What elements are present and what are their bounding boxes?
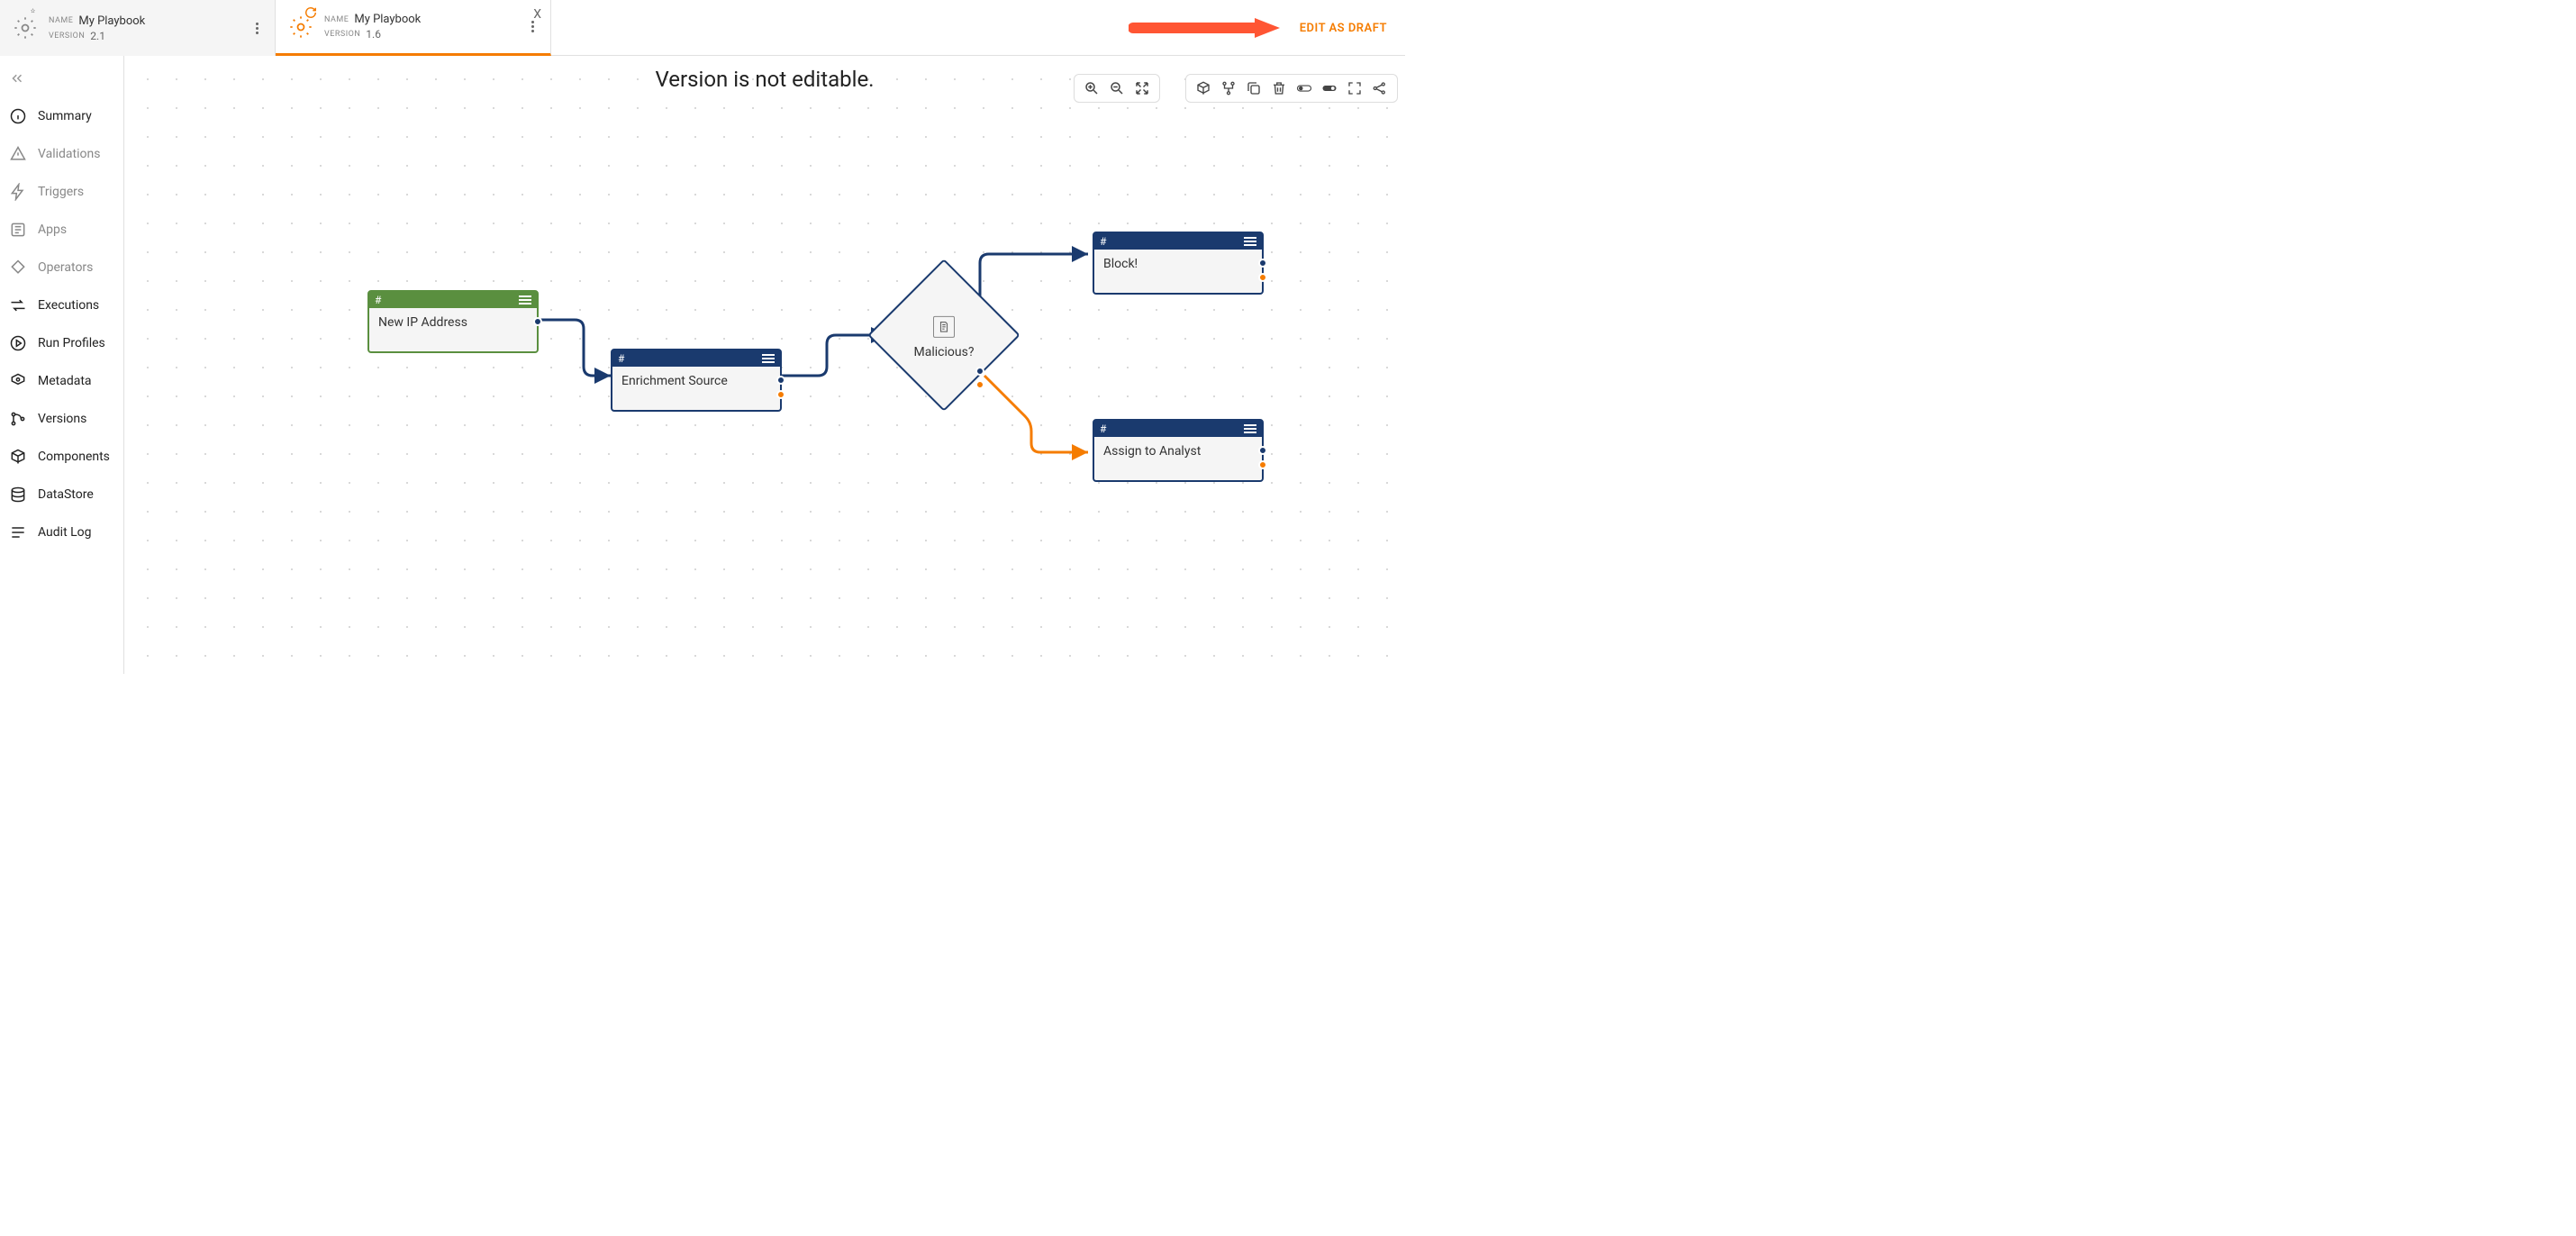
node-hash: #	[618, 352, 624, 365]
output-port-blue[interactable]	[1258, 259, 1267, 268]
diamond-port-orange[interactable]	[975, 380, 984, 389]
sidebar-item-versions[interactable]: Versions	[0, 400, 123, 438]
tab-version: 2.1	[90, 30, 105, 42]
sidebar: Summary Validations Triggers Apps Operat…	[0, 56, 124, 674]
node-menu-icon[interactable]	[519, 295, 531, 304]
sidebar-item-executions[interactable]: Executions	[0, 286, 123, 324]
node-header: #	[612, 350, 780, 367]
node-new-ip-address[interactable]: # New IP Address	[367, 290, 539, 353]
canvas[interactable]: Version is not editable. # New IP Addres…	[124, 56, 1405, 674]
refresh-icon	[304, 5, 317, 23]
tab-playbook-2[interactable]: NAME My Playbook VERSION 1.6 X	[276, 0, 551, 56]
sidebar-item-summary[interactable]: Summary	[0, 97, 123, 135]
document-icon	[933, 316, 955, 338]
tab-name: My Playbook	[78, 14, 145, 28]
sidebar-item-audit-log[interactable]: Audit Log	[0, 513, 123, 551]
sidebar-item-label: Operators	[38, 260, 93, 275]
sidebar-item-label: Validations	[38, 147, 100, 161]
readonly-banner: Version is not editable.	[655, 67, 874, 92]
sidebar-item-label: Audit Log	[38, 525, 92, 540]
copy-icon[interactable]	[1246, 80, 1262, 96]
sidebar-item-datastore[interactable]: DataStore	[0, 476, 123, 513]
tab-name: My Playbook	[354, 13, 421, 26]
sidebar-item-label: Versions	[38, 412, 86, 426]
node-label: Assign to Analyst	[1094, 437, 1262, 480]
trash-icon[interactable]	[1271, 80, 1287, 96]
node-header: #	[1094, 233, 1262, 250]
sidebar-item-apps[interactable]: Apps	[0, 211, 123, 249]
header-right: EDIT AS DRAFT	[1129, 0, 1405, 56]
node-hash: #	[1100, 423, 1106, 435]
output-port-orange[interactable]	[776, 390, 785, 399]
sidebar-item-label: DataStore	[38, 487, 94, 502]
node-label: Malicious?	[914, 345, 975, 359]
output-port-blue[interactable]	[776, 376, 785, 385]
node-menu-icon[interactable]	[762, 354, 775, 363]
sidebar-item-label: Summary	[38, 109, 92, 123]
tab-version-label: VERSION	[49, 32, 85, 41]
sidebar-item-label: Metadata	[38, 374, 92, 388]
node-assign-to-analyst[interactable]: # Assign to Analyst	[1093, 419, 1264, 482]
sidebar-item-label: Triggers	[38, 185, 84, 199]
toggle-on-icon[interactable]	[1321, 80, 1338, 96]
sidebar-item-label: Executions	[38, 298, 99, 313]
sidebar-item-label: Run Profiles	[38, 336, 105, 350]
graph-icon[interactable]	[1372, 80, 1388, 96]
tab-text: NAME My Playbook VERSION 1.6	[324, 13, 525, 41]
toggle-off-icon[interactable]	[1296, 80, 1312, 96]
sidebar-item-components[interactable]: Components	[0, 438, 123, 476]
sidebar-item-metadata[interactable]: Metadata	[0, 362, 123, 400]
node-hash: #	[1100, 235, 1106, 248]
node-block[interactable]: # Block!	[1093, 232, 1264, 295]
output-port-orange[interactable]	[1258, 273, 1267, 282]
tab-name-label: NAME	[324, 15, 349, 24]
tab-name-label: NAME	[49, 16, 73, 25]
tab-text: NAME My Playbook VERSION 2.1	[49, 14, 249, 42]
node-decision-malicious[interactable]: Malicious?	[867, 259, 1020, 412]
canvas-toolbar	[1185, 74, 1398, 103]
node-label: Enrichment Source	[612, 367, 780, 410]
sidebar-item-label: Apps	[38, 223, 67, 237]
tab-version-label: VERSION	[324, 30, 360, 39]
node-label: New IP Address	[369, 308, 537, 351]
zoom-in-icon[interactable]	[1084, 80, 1100, 96]
fullscreen-icon[interactable]	[1134, 80, 1150, 96]
zoom-toolbar	[1074, 74, 1160, 103]
collapse-sidebar-button[interactable]	[0, 63, 123, 97]
tab-close-button[interactable]: X	[533, 7, 541, 22]
tab-version: 1.6	[366, 28, 381, 41]
cube-icon[interactable]	[1195, 80, 1211, 96]
output-port-blue[interactable]	[1258, 446, 1267, 455]
expand-icon[interactable]	[1347, 80, 1363, 96]
edit-as-draft-button[interactable]: EDIT AS DRAFT	[1300, 22, 1387, 35]
node-header: #	[369, 292, 537, 308]
align-icon[interactable]	[1220, 80, 1237, 96]
arrow-annotation	[1129, 16, 1282, 40]
node-menu-icon[interactable]	[1244, 424, 1256, 433]
tab-playbook-1[interactable]: NAME My Playbook VERSION 2.1	[0, 0, 276, 56]
sidebar-item-run-profiles[interactable]: Run Profiles	[0, 324, 123, 362]
node-header: #	[1094, 421, 1262, 437]
node-label: Block!	[1094, 250, 1262, 293]
sidebar-item-operators[interactable]: Operators	[0, 249, 123, 286]
zoom-out-icon[interactable]	[1109, 80, 1125, 96]
pin-icon	[29, 5, 40, 23]
tab-menu-button[interactable]	[249, 23, 264, 34]
sidebar-item-label: Components	[38, 450, 110, 464]
sidebar-item-triggers[interactable]: Triggers	[0, 173, 123, 211]
node-menu-icon[interactable]	[1244, 237, 1256, 246]
node-hash: #	[375, 294, 381, 306]
output-port-orange[interactable]	[1258, 460, 1267, 469]
node-enrichment-source[interactable]: # Enrichment Source	[611, 349, 782, 412]
sidebar-item-validations[interactable]: Validations	[0, 135, 123, 173]
tab-menu-button[interactable]	[525, 21, 540, 32]
diamond-port-blue[interactable]	[975, 367, 984, 376]
output-port[interactable]	[533, 317, 542, 326]
